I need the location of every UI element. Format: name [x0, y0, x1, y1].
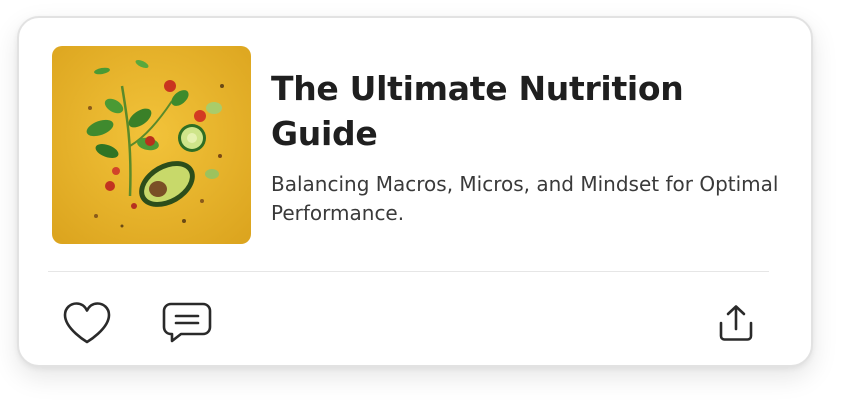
comment-icon — [162, 302, 212, 343]
like-button[interactable] — [59, 298, 115, 348]
divider — [48, 271, 769, 272]
page: The Ultimate Nutrition Guide Balancing M… — [0, 0, 864, 419]
comment-button[interactable] — [159, 298, 215, 348]
article-card[interactable]: The Ultimate Nutrition Guide Balancing M… — [17, 16, 813, 367]
article-title[interactable]: The Ultimate Nutrition Guide — [271, 66, 771, 156]
share-button[interactable] — [711, 298, 761, 348]
article-subtitle: Balancing Macros, Micros, and Mindset fo… — [271, 172, 779, 225]
vegetables-image — [52, 46, 251, 244]
heart-icon — [63, 302, 111, 344]
article-thumbnail[interactable] — [52, 46, 251, 244]
share-icon — [719, 305, 753, 341]
